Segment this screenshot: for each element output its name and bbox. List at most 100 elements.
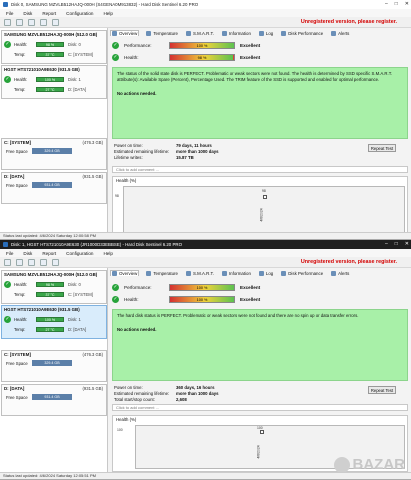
tab-information[interactable]: Information bbox=[221, 30, 252, 36]
performance-icon bbox=[281, 30, 287, 36]
volume-title: D: [DATA] bbox=[4, 174, 25, 179]
maximize-icon[interactable]: □ bbox=[395, 241, 398, 247]
volume-letters: D: [DATA] bbox=[68, 87, 87, 92]
menu-configuration[interactable]: Configuration bbox=[66, 11, 93, 16]
free-space-bar: 329.4 GB bbox=[32, 148, 72, 154]
menu-report[interactable]: Report bbox=[42, 251, 56, 256]
disk-icon[interactable] bbox=[16, 18, 23, 26]
menu-help[interactable]: Help bbox=[103, 11, 112, 16]
volume-d[interactable]: D: [DATA] (931.5 GB) Free Space 931.4 GB bbox=[1, 384, 107, 416]
tab-label: Overview bbox=[119, 271, 138, 276]
menu-help[interactable]: Help bbox=[103, 251, 112, 256]
health-rating: Excellent bbox=[240, 297, 261, 302]
status-message: The status of the solid state disk is PE… bbox=[112, 67, 408, 139]
tab-label: Information bbox=[228, 30, 251, 36]
menu-file[interactable]: File bbox=[6, 11, 13, 16]
volume-title: C: [SYSTEM] bbox=[4, 352, 31, 357]
comment-field[interactable]: Click to add comment ... bbox=[112, 166, 408, 173]
info-value: 360 days, 16 hours bbox=[176, 385, 215, 390]
tab-disk-performance[interactable]: Disk Performance bbox=[280, 30, 324, 36]
temp-bar: 37 °C bbox=[36, 52, 64, 57]
app-icon bbox=[3, 2, 8, 7]
temp-bar: 37 °C bbox=[36, 292, 64, 297]
menu-bar: File Disk Report Configuration Help bbox=[0, 249, 411, 257]
tab-smart[interactable]: S.M.A.R.T. bbox=[185, 30, 215, 36]
tab-label: Log bbox=[265, 30, 274, 36]
settings-icon[interactable] bbox=[40, 258, 47, 266]
repeat-test-button[interactable]: Repeat Test bbox=[368, 144, 396, 152]
menu-disk[interactable]: Disk bbox=[23, 251, 32, 256]
disk-icon[interactable] bbox=[16, 258, 23, 266]
free-space-bar: 329.4 GB bbox=[32, 360, 72, 366]
close-icon[interactable]: ✕ bbox=[405, 241, 409, 247]
performance-icon bbox=[281, 270, 287, 276]
minimize-icon[interactable]: – bbox=[385, 241, 388, 247]
disk-entry-samsung[interactable]: SAMSUNG MZVLB512HAJQ-000H (512.0 GB) ✓ H… bbox=[1, 30, 107, 64]
free-space-label: Free Space bbox=[6, 149, 28, 154]
refresh-icon[interactable] bbox=[4, 18, 11, 26]
health-label: Health: bbox=[14, 282, 28, 287]
disk-title: HGST HTS721010A9E630 (931.5 GB) bbox=[4, 307, 80, 312]
status-message: The hard disk status is PERFECT. Problem… bbox=[112, 309, 408, 381]
temp-label: Temp: bbox=[14, 87, 26, 92]
chip-icon bbox=[185, 30, 191, 36]
free-space-label: Free Space bbox=[6, 361, 28, 366]
report-icon[interactable] bbox=[28, 18, 35, 26]
disk-list-panel: SAMSUNG MZVLB512HAJQ-000H (512.0 GB) ✓ H… bbox=[0, 268, 108, 472]
tab-alerts[interactable]: Alerts bbox=[330, 270, 350, 276]
tab-log[interactable]: Log bbox=[258, 30, 274, 36]
free-space-bar: 931.4 GB bbox=[32, 394, 72, 400]
refresh-icon[interactable] bbox=[4, 258, 11, 266]
disk-entry-hgst[interactable]: HGST HTS721010A9E630 (931.5 GB) ✓ Health… bbox=[1, 305, 107, 339]
help-icon[interactable] bbox=[52, 258, 59, 266]
repeat-test-button[interactable]: Repeat Test bbox=[368, 386, 396, 394]
title-bar: Disk 0, SAMSUNG MZVLB512HAJQ-000H (S4GEN… bbox=[0, 0, 411, 9]
volume-c[interactable]: C: [SYSTEM] (476.3 GB) Free Space 329.4 … bbox=[1, 350, 107, 382]
volume-c[interactable]: C: [SYSTEM] (476.3 GB) Free Space 329.4 … bbox=[1, 138, 107, 170]
status-bar: Status last updated: 4/6/2024 Saturday 1… bbox=[0, 232, 411, 239]
menu-file[interactable]: File bbox=[6, 251, 13, 256]
report-icon[interactable] bbox=[28, 258, 35, 266]
health-bar: 100 % bbox=[36, 317, 64, 322]
tab-smart[interactable]: S.M.A.R.T. bbox=[185, 270, 215, 276]
comment-field[interactable]: Click to add comment ... bbox=[112, 404, 408, 411]
tab-alerts[interactable]: Alerts bbox=[330, 30, 350, 36]
unregistered-notice[interactable]: Unregistered version, please register. bbox=[301, 259, 397, 265]
disk-entry-hgst[interactable]: HGST HTS721010A9E630 (931.5 GB) ✓ Health… bbox=[1, 65, 107, 99]
disk-title: SAMSUNG MZVLB512HAJQ-000H (512.0 GB) bbox=[4, 32, 98, 37]
settings-icon[interactable] bbox=[40, 18, 47, 26]
details-panel: Overview Temperature S.M.A.R.T. Informat… bbox=[110, 268, 409, 472]
volume-d[interactable]: D: [DATA] (931.5 GB) Free Space 931.4 GB bbox=[1, 172, 107, 204]
disk-title: HGST HTS721010A9E630 (931.5 GB) bbox=[4, 67, 80, 72]
tab-overview[interactable]: Overview bbox=[110, 270, 140, 276]
check-icon: ✓ bbox=[4, 41, 11, 48]
temp-label: Temp: bbox=[14, 327, 26, 332]
volume-size: (931.5 GB) bbox=[82, 386, 103, 391]
tab-overview[interactable]: Overview bbox=[110, 30, 140, 36]
tab-temperature[interactable]: Temperature bbox=[145, 270, 179, 276]
menu-disk[interactable]: Disk bbox=[23, 11, 32, 16]
minimize-icon[interactable]: – bbox=[385, 1, 388, 7]
tab-label: Alerts bbox=[338, 270, 350, 276]
check-icon: ✓ bbox=[4, 281, 11, 288]
tab-label: Disk Performance bbox=[288, 270, 324, 276]
tab-temperature[interactable]: Temperature bbox=[145, 30, 179, 36]
check-icon: ✓ bbox=[4, 316, 11, 323]
y-axis-label: 100 bbox=[117, 428, 123, 432]
disk-entry-samsung[interactable]: SAMSUNG MZVLB512HAJQ-000H (512.0 GB) ✓ H… bbox=[1, 270, 107, 304]
unregistered-notice[interactable]: Unregistered version, please register. bbox=[301, 19, 397, 25]
disk-number: Disk: 1 bbox=[68, 317, 81, 322]
tab-log[interactable]: Log bbox=[258, 270, 274, 276]
log-icon bbox=[258, 270, 264, 276]
maximize-icon[interactable]: □ bbox=[395, 1, 398, 7]
tab-information[interactable]: Information bbox=[221, 270, 252, 276]
menu-report[interactable]: Report bbox=[42, 11, 56, 16]
volume-letters: D: [DATA] bbox=[68, 327, 87, 332]
tab-strip: Overview Temperature S.M.A.R.T. Informat… bbox=[110, 29, 409, 37]
tab-disk-performance[interactable]: Disk Performance bbox=[280, 270, 324, 276]
help-icon[interactable] bbox=[52, 18, 59, 26]
info-key: Estimated remaining lifetime: bbox=[114, 391, 170, 396]
health-percent: 98 % bbox=[197, 56, 207, 60]
close-icon[interactable]: ✕ bbox=[405, 1, 409, 7]
menu-configuration[interactable]: Configuration bbox=[66, 251, 93, 256]
